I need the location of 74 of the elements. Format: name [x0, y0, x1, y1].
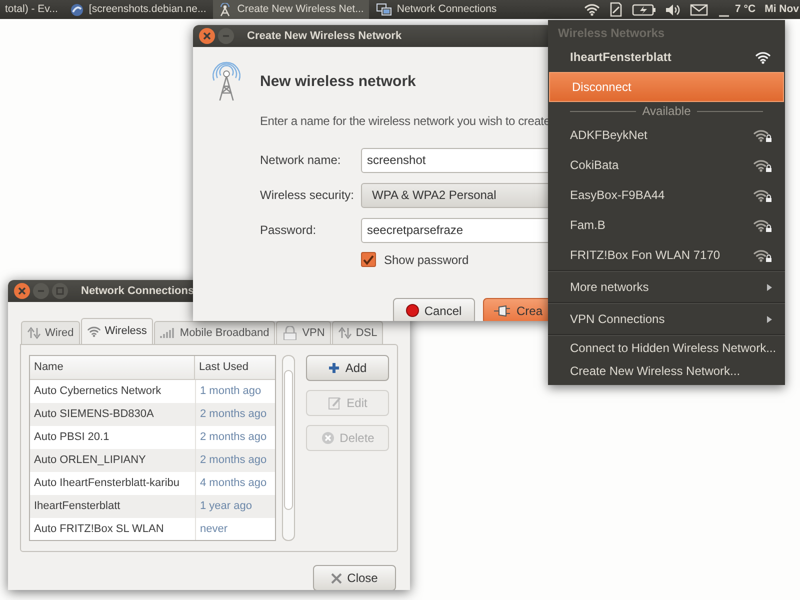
tab[interactable]: VPN — [276, 321, 331, 344]
menu-item[interactable]: VPN Connections — [548, 304, 785, 334]
field-label: Network name: — [260, 152, 342, 169]
tab[interactable]: Wireless — [80, 318, 153, 344]
note-icon[interactable] — [609, 2, 624, 17]
taskbar-item[interactable]: Network Connections — [370, 0, 502, 19]
table-cell-text: Auto SIEMENS-BD830A — [33, 407, 155, 422]
delete-icon — [320, 431, 335, 445]
mail-icon[interactable] — [690, 4, 708, 16]
window-title: Create New Wireless Network — [247, 28, 402, 44]
plus-icon — [328, 362, 340, 374]
menu-item[interactable]: Connect to Hidden Wireless Network... — [548, 336, 785, 359]
close-icon — [18, 287, 26, 295]
wifi-locked-icon — [753, 128, 772, 142]
temperature-text: 7 °C — [735, 2, 756, 17]
arrows-icon — [27, 327, 41, 339]
tab[interactable]: Mobile Broadband — [154, 321, 276, 344]
table-cell-text: Auto ORLEN_LIPIANY — [33, 453, 147, 468]
wifi-icon[interactable] — [584, 3, 600, 16]
maximize-icon — [56, 287, 64, 295]
clock-text[interactable]: Mi Nov — [764, 2, 799, 18]
close-icon — [331, 572, 342, 584]
table-cell-text: Auto PBSI 20.1 — [33, 430, 110, 446]
submenu-arrow-icon — [767, 316, 772, 322]
dialog-heading: New wireless network — [260, 72, 417, 92]
signal-bars-icon — [160, 327, 176, 339]
field-label: Wireless security: — [260, 187, 356, 204]
menu-item[interactable]: More networks — [548, 272, 785, 302]
wifi-icon — [754, 50, 772, 64]
close-icon — [203, 32, 211, 40]
close-button[interactable] — [199, 28, 215, 44]
scrollbar[interactable] — [282, 355, 295, 541]
add-button[interactable]: Add — [306, 355, 389, 381]
submenu-arrow-icon — [767, 284, 772, 290]
table-cell-text: Auto Cybernetics Network — [33, 384, 162, 400]
menu-item[interactable]: Create New Wireless Network... — [548, 359, 785, 382]
taskbar-item[interactable]: Create New Wireless Net... — [213, 0, 369, 19]
checkbox-label: Show password — [384, 252, 469, 268]
field-label: Password: — [260, 222, 318, 239]
minimize-icon — [37, 287, 45, 295]
close-button[interactable]: Close — [313, 565, 396, 590]
wifi-locked-icon — [753, 188, 772, 202]
network-icon — [376, 2, 392, 16]
antenna-icon — [218, 2, 232, 16]
column-header[interactable]: Name — [30, 356, 195, 379]
battery-icon[interactable] — [632, 4, 656, 16]
padlock-icon — [282, 326, 298, 340]
table-cell-text: Auto IheartFensterblatt-karibu — [33, 476, 181, 492]
menu-item[interactable]: ADKFBeykNet — [548, 120, 785, 150]
show-password-checkbox[interactable] — [361, 252, 376, 267]
wifi-icon — [86, 325, 101, 338]
window-title: Network Connections — [81, 284, 194, 299]
globe-icon — [70, 2, 84, 16]
table-cell-text: Auto FRITZ!Box SL WLAN — [33, 522, 165, 538]
menu-item[interactable]: FRITZ!Box Fon WLAN 7170 — [548, 240, 785, 270]
menu-item[interactable]: IheartFensterblatt — [548, 42, 785, 72]
plug-icon — [493, 304, 512, 316]
wifi-locked-icon — [753, 158, 772, 172]
section-label: Available — [642, 103, 691, 120]
close-button[interactable] — [14, 283, 30, 299]
column-header[interactable]: Last Used — [195, 356, 276, 379]
wifi-locked-icon — [753, 218, 772, 232]
wifi-locked-icon — [753, 248, 772, 262]
volume-icon[interactable] — [665, 2, 682, 16]
arrows-icon — [338, 327, 352, 339]
cancel-button[interactable]: Cancel — [393, 298, 475, 321]
taskbar-item[interactable]: total) - Ev... — [0, 0, 63, 19]
tab[interactable]: Wired — [21, 321, 80, 344]
stop-icon — [406, 304, 420, 317]
edit-icon — [328, 396, 342, 410]
tab[interactable]: DSL — [332, 321, 384, 344]
taskbar-item[interactable]: [screenshots.debian.ne... — [64, 0, 212, 19]
minimize-icon — [222, 32, 230, 40]
table-cell-text: IheartFensterblatt — [33, 499, 122, 514]
